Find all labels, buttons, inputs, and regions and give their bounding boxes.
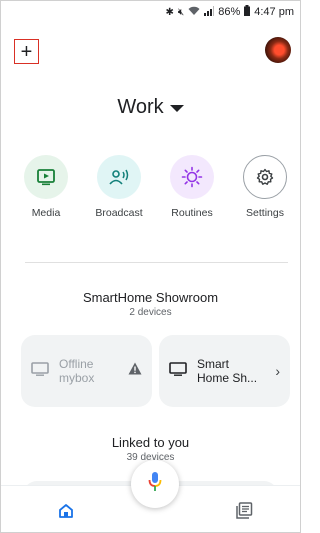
- app-screen: ✱ 🔇︎ 86% 4:47 pm + Work Media Broadcast …: [0, 0, 301, 533]
- home-tab-icon[interactable]: [58, 503, 74, 524]
- room-device-count: 2 devices: [129, 307, 172, 318]
- bluetooth-icon: ✱: [165, 6, 174, 18]
- section-divider: [25, 262, 288, 263]
- plus-icon: +: [20, 40, 33, 63]
- voice-assistant-button[interactable]: [131, 460, 179, 508]
- display-icon: [31, 361, 49, 382]
- gear-icon: [243, 155, 287, 199]
- warning-icon: [128, 362, 142, 380]
- routines-label: Routines: [171, 207, 213, 219]
- battery-percent: 86%: [218, 6, 241, 18]
- home-selector[interactable]: Work: [1, 96, 300, 119]
- device-name: Offline mybox: [59, 357, 95, 385]
- feed-tab-icon[interactable]: [236, 502, 253, 524]
- routines-action[interactable]: Routines: [159, 155, 225, 219]
- media-action[interactable]: Media: [13, 155, 79, 219]
- caret-down-icon: [169, 105, 184, 112]
- quick-actions: Media Broadcast Routines Settings: [1, 155, 300, 225]
- status-bar: ✱ 🔇︎ 86% 4:47 pm: [1, 1, 300, 23]
- settings-label: Settings: [246, 207, 284, 219]
- room-title: SmartHome Showroom: [82, 290, 219, 305]
- home-title: Work: [117, 96, 164, 118]
- device-name: Smart Home Sh...: [197, 357, 258, 385]
- broadcast-icon: [97, 155, 141, 199]
- mute-icon: 🔇︎: [177, 6, 185, 18]
- media-label: Media: [31, 207, 61, 219]
- add-button[interactable]: +: [14, 39, 39, 64]
- battery-icon: [244, 5, 251, 19]
- device-card-smart-home[interactable]: Smart Home Sh... ›: [159, 335, 290, 407]
- wifi-icon: [188, 6, 200, 19]
- media-icon: [24, 155, 68, 199]
- signal-icon: [204, 5, 215, 19]
- linked-title: Linked to you: [111, 435, 190, 450]
- mic-icon: [148, 471, 162, 498]
- clock: 4:47 pm: [254, 6, 294, 18]
- settings-action[interactable]: Settings: [232, 155, 298, 219]
- chevron-right-icon: ›: [275, 363, 280, 379]
- broadcast-action[interactable]: Broadcast: [86, 155, 152, 219]
- account-avatar[interactable]: [265, 37, 291, 63]
- display-icon: [169, 361, 187, 382]
- broadcast-label: Broadcast: [95, 207, 143, 219]
- device-card-offline[interactable]: Offline mybox: [21, 335, 152, 407]
- routines-icon: [170, 155, 214, 199]
